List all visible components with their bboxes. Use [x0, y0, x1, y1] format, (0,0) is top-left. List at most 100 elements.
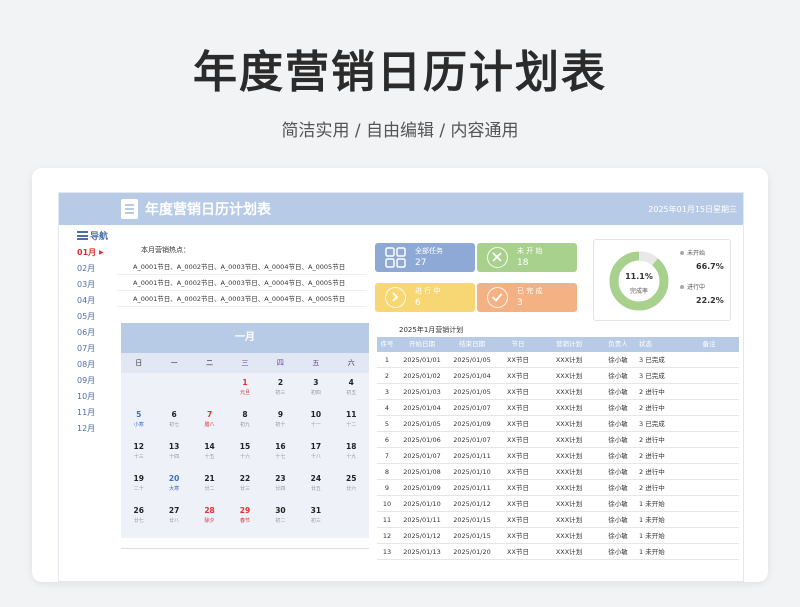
calendar-day[interactable]: 9 初十 — [263, 405, 298, 437]
day-number: 1 — [242, 378, 248, 387]
calendar-day[interactable]: 16 十七 — [263, 437, 298, 469]
lunar-label: 十五 — [204, 454, 215, 460]
month-nav-item[interactable]: 04月 — [77, 293, 117, 309]
calendar-day[interactable]: 5 小寒 — [121, 405, 156, 437]
month-nav-item[interactable]: 08月 — [77, 357, 117, 373]
month-nav-item[interactable]: 02月 — [77, 261, 117, 277]
month-nav-item[interactable]: 11月 — [77, 405, 117, 421]
day-number: 7 — [206, 410, 213, 419]
lunar-label: 十一 — [310, 422, 321, 428]
table-row[interactable]: 8 2025/01/08 2025/01/10 XX节日 XXX计划 徐小敏 2 进行中 — [377, 464, 739, 480]
calendar-day[interactable]: 22 廿三 — [227, 469, 262, 501]
table-row[interactable]: 12 2025/01/12 2025/01/15 XX节日 XXX计划 徐小敏 1 未开始 — [377, 528, 739, 544]
calendar-day[interactable]: 17 十八 — [298, 437, 333, 469]
calendar-day[interactable]: 18 十九 — [334, 437, 369, 469]
month-nav-item[interactable]: 03月 — [77, 277, 117, 293]
completion-donut — [609, 251, 669, 311]
calendar-day[interactable]: 10 十一 — [298, 405, 333, 437]
weekday-label: 日 — [135, 359, 143, 367]
table-row[interactable]: 7 2025/01/07 2025/01/11 XX节日 XXX计划 徐小敏 2 进行中 — [377, 448, 739, 464]
month-label: 04月 — [77, 296, 96, 305]
lunar-label: 初五 — [346, 390, 357, 396]
month-nav-item[interactable]: 09月 — [77, 373, 117, 389]
table-row[interactable]: 1 2025/01/01 2025/01/05 XX节日 XXX计划 徐小敏 3 已完成 — [377, 352, 739, 368]
table-cell: 2025/01/11 — [453, 484, 491, 492]
month-nav-item[interactable]: 10月 — [77, 389, 117, 405]
table-cell: 徐小敏 — [608, 500, 628, 508]
month-nav-item[interactable]: 06月 — [77, 325, 117, 341]
calendar-day[interactable]: 15 十六 — [227, 437, 262, 469]
calendar-day[interactable]: 27 廿八 — [156, 501, 191, 533]
table-row[interactable]: 2 2025/01/02 2025/01/04 XX节日 XXX计划 徐小敏 3 已完成 — [377, 368, 739, 384]
calendar-day[interactable]: 31 初三 — [298, 501, 333, 533]
month-label: 05月 — [77, 312, 96, 321]
calendar-day[interactable]: 26 廿七 — [121, 501, 156, 533]
stat-card: 已 完 成 3 — [477, 283, 577, 312]
table-cell — [679, 432, 739, 447]
calendar-day[interactable]: 24 廿五 — [298, 469, 333, 501]
calendar-day[interactable]: 3 初四 — [298, 373, 333, 405]
day-number: 24 — [310, 474, 322, 483]
lunar-label: 初十 — [275, 422, 286, 428]
legend-label: 未开始 — [687, 250, 706, 257]
completion-percent: 11.1% — [625, 272, 653, 281]
table-row[interactable]: 3 2025/01/03 2025/01/05 XX节日 XXX计划 徐小敏 2 进行中 — [377, 384, 739, 400]
calendar-day[interactable]: 28 除夕 — [192, 501, 227, 533]
arrow-right-icon — [385, 287, 406, 308]
calendar-day[interactable]: 13 十四 — [156, 437, 191, 469]
calendar-day[interactable]: 23 廿四 — [263, 469, 298, 501]
hotspot-list: A_0001节日、A_0002节日、A_0003节日、A_0004节日、A_00… — [117, 259, 367, 307]
calendar-day[interactable]: 29 春节 — [227, 501, 262, 533]
table-cell: XXX计划 — [555, 372, 583, 380]
lunar-label: 十七 — [275, 454, 286, 460]
table-row[interactable]: 13 2025/01/13 2025/01/20 XX节日 XXX计划 徐小敏 1 未开始 — [377, 544, 739, 560]
table-row[interactable]: 4 2025/01/04 2025/01/07 XX节日 XXX计划 徐小敏 2 进行中 — [377, 400, 739, 416]
legend-not-started: 未开始 — [680, 248, 705, 257]
table-row[interactable]: 9 2025/01/09 2025/01/11 XX节日 XXX计划 徐小敏 2 进行中 — [377, 480, 739, 496]
table-cell: 徐小敏 — [608, 372, 628, 380]
calendar-day[interactable]: 11 十二 — [334, 405, 369, 437]
lunar-label: 腊八 — [204, 422, 215, 428]
sheet-header: 年度营销日历计划表 2025年01月15日 星期三 — [59, 193, 743, 225]
table-row[interactable]: 5 2025/01/05 2025/01/09 XX节日 XXX计划 徐小敏 3 已完成 — [377, 416, 739, 432]
month-nav-item[interactable]: 12月 — [77, 421, 117, 437]
divider — [121, 548, 369, 549]
table-cell: 徐小敏 — [608, 516, 628, 524]
calendar-day[interactable]: 7 腊八 — [192, 405, 227, 437]
calendar-day[interactable]: 8 初九 — [227, 405, 262, 437]
lunar-label: 初三 — [310, 518, 321, 524]
table-cell: 2 进行中 — [639, 404, 665, 412]
table-row[interactable]: 11 2025/01/11 2025/01/15 XX节日 XXX计划 徐小敏 1 未开始 — [377, 512, 739, 528]
calendar-day[interactable]: 4 初五 — [334, 373, 369, 405]
table-cell: 2025/01/11 — [403, 516, 441, 524]
table-cell: 2025/01/08 — [403, 468, 441, 476]
column-header: 结束日期 — [459, 340, 485, 348]
day-number: 30 — [275, 506, 286, 515]
month-nav-item[interactable]: 01月 ▶ — [77, 245, 117, 261]
calendar-day[interactable]: 14 十五 — [192, 437, 227, 469]
calendar-day[interactable]: 6 初七 — [156, 405, 191, 437]
table-cell: XXX计划 — [555, 548, 583, 556]
table-cell: 徐小敏 — [608, 420, 628, 428]
day-number: 3 — [313, 378, 319, 387]
completion-panel: 11.1% 完成率 未开始 66.7% 进行中 22.2% — [593, 239, 731, 321]
calendar-day[interactable]: 20 大寒 — [156, 469, 191, 501]
table-row[interactable]: 6 2025/01/06 2025/01/07 XX节日 XXX计划 徐小敏 2 进行中 — [377, 432, 739, 448]
month-nav-item[interactable]: 07月 — [77, 341, 117, 357]
month-label: 01月 — [77, 248, 97, 257]
calendar-day[interactable]: 12 十三 — [121, 437, 156, 469]
day-number: 12 — [133, 442, 144, 451]
calendar-day[interactable]: 25 廿六 — [334, 469, 369, 501]
calendar-day[interactable]: 2 初三 — [263, 373, 298, 405]
calendar-day[interactable]: 19 二十 — [121, 469, 156, 501]
table-row[interactable]: 10 2025/01/10 2025/01/12 XX节日 XXX计划 徐小敏 1 未开始 — [377, 496, 739, 512]
table-cell: 9 — [384, 484, 390, 492]
table-cell: 2025/01/13 — [403, 548, 441, 556]
lunar-label: 廿三 — [239, 486, 250, 492]
lunar-label: 初三 — [275, 390, 286, 396]
calendar-day[interactable]: 30 初二 — [263, 501, 298, 533]
lunar-label: 廿八 — [169, 518, 180, 524]
calendar-day[interactable]: 1 元旦 — [227, 373, 262, 405]
calendar-day[interactable]: 21 廿二 — [192, 469, 227, 501]
month-nav-item[interactable]: 05月 — [77, 309, 117, 325]
